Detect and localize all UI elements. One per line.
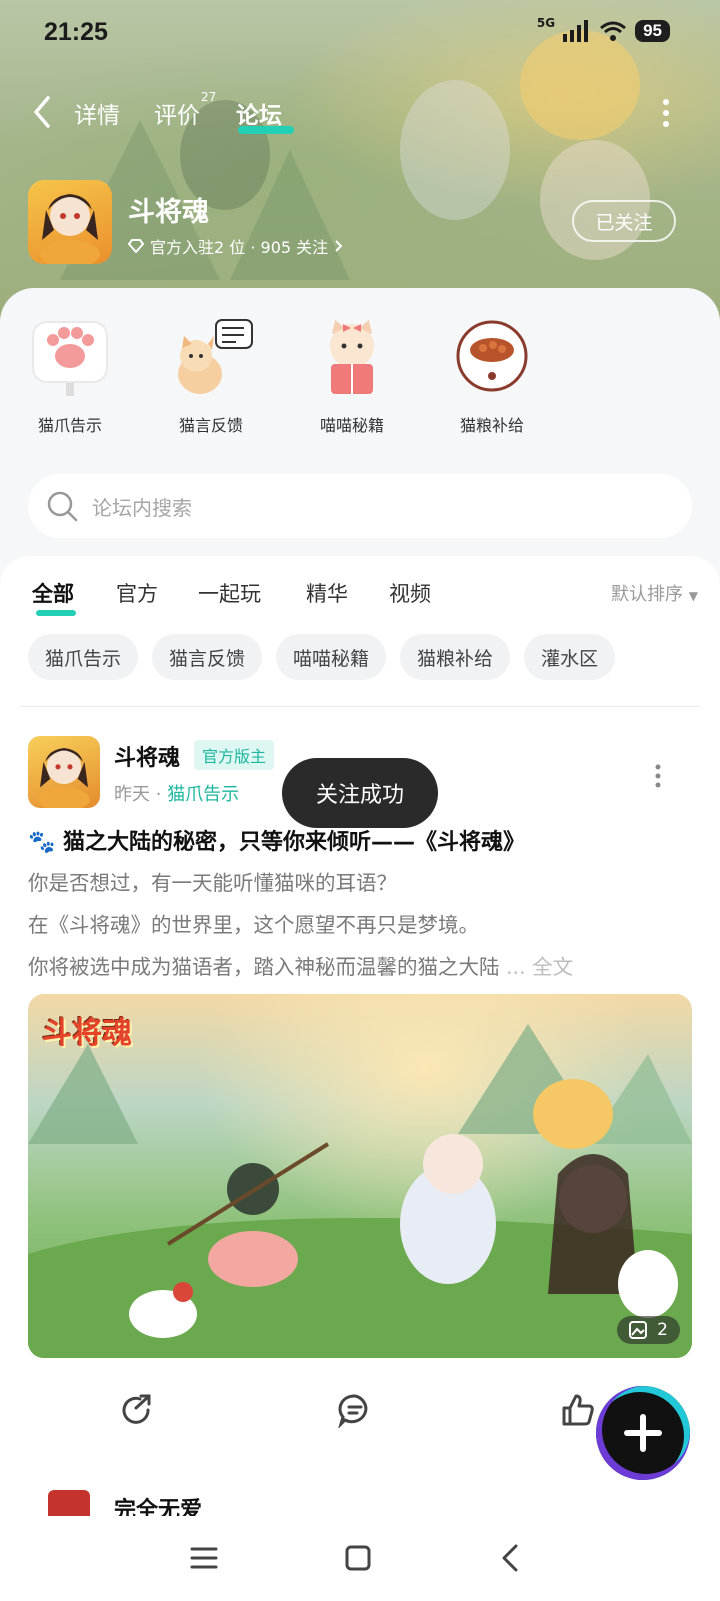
shortcut-label: 猫言反馈	[178, 416, 243, 435]
chip-chat-zone[interactable]: 灌水区	[524, 634, 616, 680]
shortcut-row: 猫爪告示 猫言反馈 喵喵秘籍 猫粮补给	[0, 318, 720, 448]
top-navigation: 详情 评价 27 论坛	[0, 86, 720, 138]
diamond-icon	[128, 239, 144, 253]
shortcut-label: 猫粮补给	[459, 416, 524, 435]
post-title[interactable]: 🐾 猫之大陆的秘密，只等你来倾听——《斗将魂》	[28, 824, 525, 856]
shortcut-cat-feedback[interactable]: 猫言反馈	[151, 318, 271, 436]
status-bar: 21:25 5G 95	[0, 0, 720, 70]
shortcut-cat-food[interactable]: 猫粮补给	[432, 318, 552, 436]
system-navigation-bar	[0, 1516, 720, 1601]
like-icon[interactable]	[560, 1392, 596, 1428]
network-label: 5G	[536, 16, 556, 30]
filter-tab-featured[interactable]: 精华	[306, 578, 348, 608]
filter-tab-video[interactable]: 视频	[389, 578, 431, 608]
game-meta-text: 官方入驻2 位 · 905 关注	[150, 238, 329, 257]
chip-cat-food[interactable]: 猫粮补给	[400, 634, 511, 680]
reviews-count-badge: 27	[201, 90, 217, 104]
tab-details[interactable]: 详情	[74, 96, 120, 130]
shortcut-cat-paw-notice[interactable]: 猫爪告示	[10, 318, 130, 436]
post-body-line: 在《斗将魂》的世界里，这个愿望不再只是梦境。	[28, 913, 479, 937]
share-icon[interactable]	[118, 1392, 154, 1428]
shortcut-label: 喵喵秘籍	[319, 416, 384, 435]
divider	[20, 706, 700, 707]
post-body-text: 你将被选中成为猫语者，踏入神秘而温馨的猫之大陆	[28, 955, 500, 979]
filter-tabs: 全部 官方 一起玩 精华 视频 默认排序 ▼	[0, 570, 720, 620]
active-tab-indicator	[238, 126, 294, 134]
more-options-icon[interactable]	[662, 98, 670, 128]
cat-paw-sign-icon	[25, 318, 115, 398]
sort-dropdown[interactable]: 默认排序 ▼	[611, 580, 698, 606]
chevron-right-icon	[335, 240, 343, 252]
search-icon	[47, 491, 78, 522]
system-back-icon[interactable]	[494, 1540, 530, 1576]
author-avatar[interactable]	[28, 736, 100, 808]
meta-separator: ·	[155, 784, 168, 805]
game-logo: 斗将魂	[42, 1016, 132, 1051]
post-time: 昨天	[114, 784, 150, 805]
search-input[interactable]: 论坛内搜索	[28, 474, 692, 538]
menu-icon[interactable]	[186, 1540, 222, 1576]
post-image[interactable]: 斗将魂 2	[28, 994, 692, 1358]
post-body-line: 你将被选中成为猫语者，踏入神秘而温馨的猫之大陆 ... 全文	[28, 950, 573, 980]
post-body-line: 你是否想过，有一天能听懂猫咪的耳语？	[28, 871, 397, 895]
next-post-author[interactable]: 完全无爱	[114, 1492, 202, 1516]
board-chips: 猫爪告示 猫言反馈 喵喵秘籍 猫粮补给 灌水区	[28, 634, 616, 680]
wifi-icon	[600, 21, 627, 41]
game-app-icon[interactable]	[28, 180, 112, 264]
battery-indicator: 95	[635, 20, 670, 42]
tab-forum[interactable]: 论坛	[236, 96, 282, 130]
status-time: 21:25	[44, 18, 108, 46]
home-icon[interactable]	[340, 1540, 376, 1576]
follow-success-toast: 关注成功	[282, 758, 438, 828]
image-count: 2	[657, 1320, 668, 1340]
caret-down-icon: ▼	[688, 589, 698, 603]
filter-tab-all[interactable]: 全部	[32, 578, 74, 608]
official-moderator-badge: 官方版主	[194, 740, 275, 770]
cat-feedback-icon	[166, 318, 256, 398]
author-name[interactable]: 斗将魂	[114, 740, 180, 772]
back-icon[interactable]	[28, 94, 58, 130]
sort-label: 默认排序	[611, 584, 684, 605]
follow-button[interactable]: 已关注	[572, 200, 676, 242]
filter-tab-official[interactable]: 官方	[116, 578, 158, 608]
tab-reviews[interactable]: 评价	[154, 96, 200, 130]
filter-active-indicator	[36, 610, 76, 616]
forum-panel: 猫爪告示 猫言反馈 喵喵秘籍 猫粮补给 论坛内搜索 全部 官方 一起玩 精华 视…	[0, 288, 720, 1536]
game-title: 斗将魂	[128, 197, 209, 228]
post-board-link[interactable]: 猫爪告示	[167, 784, 239, 805]
post-more-icon[interactable]	[654, 764, 662, 788]
chip-cat-paw-notice[interactable]: 猫爪告示	[28, 634, 139, 680]
game-meta[interactable]: 官方入驻2 位 · 905 关注	[128, 234, 344, 258]
post-meta: 昨天 · 猫爪告示	[114, 780, 239, 806]
plus-icon	[624, 1414, 662, 1452]
cat-reading-book-icon	[307, 318, 397, 398]
next-post-avatar[interactable]	[48, 1490, 90, 1516]
cat-food-bowl-icon	[447, 318, 537, 398]
filter-tab-play-together[interactable]: 一起玩	[198, 578, 261, 608]
status-icons: 5G 95	[537, 16, 670, 42]
feed: 全部 官方 一起玩 精华 视频 默认排序 ▼ 猫爪告示 猫言反馈 喵喵秘籍 猫粮…	[0, 556, 720, 1536]
signal-icon	[563, 20, 589, 42]
search-placeholder: 论坛内搜索	[92, 496, 192, 520]
shortcut-cat-guide[interactable]: 喵喵秘籍	[292, 318, 412, 436]
gallery-icon	[629, 1321, 648, 1339]
chip-cat-feedback[interactable]: 猫言反馈	[152, 634, 263, 680]
read-more-link[interactable]: ... 全文	[506, 955, 573, 979]
create-post-button[interactable]	[596, 1386, 690, 1480]
game-info: 斗将魂 官方入驻2 位 · 905 关注 已关注	[0, 180, 720, 270]
chip-cat-guide[interactable]: 喵喵秘籍	[276, 634, 387, 680]
shortcut-label: 猫爪告示	[37, 416, 102, 435]
comment-icon[interactable]	[337, 1392, 373, 1428]
image-count-badge: 2	[617, 1316, 680, 1344]
